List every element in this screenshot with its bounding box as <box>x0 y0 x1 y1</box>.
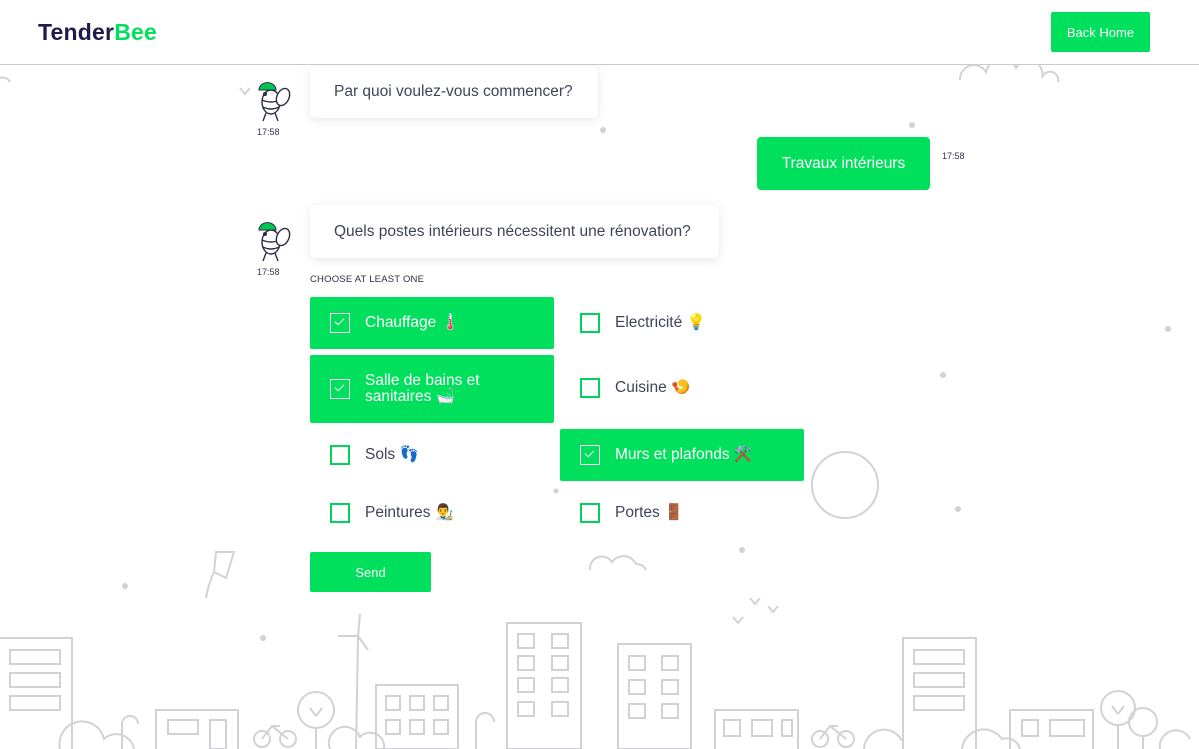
logo-text-tender: Tender <box>38 19 115 45</box>
shrimp-icon: 🍤 <box>671 379 691 396</box>
bot-message-text: Par quoi voulez-vous commencer? <box>334 83 573 100</box>
option-sols[interactable]: Sols 👣 <box>310 429 554 481</box>
logo-text-bee: Bee <box>114 19 157 45</box>
bot-message-bubble: Par quoi voulez-vous commencer? <box>310 66 598 118</box>
bot-message-bubble: Quels postes intérieurs nécessitent une … <box>310 205 719 258</box>
option-label: Chauffage 🌡️ <box>365 314 460 331</box>
message-time: 17:58 <box>257 127 280 137</box>
artist-icon: 👨‍🎨 <box>434 504 455 521</box>
checkbox[interactable] <box>580 313 600 333</box>
user-message-text: Travaux intérieurs <box>781 154 906 172</box>
door-icon: 🚪 <box>664 504 684 521</box>
checkbox-checked[interactable] <box>330 379 350 399</box>
light-bulb-icon: 💡 <box>686 314 706 331</box>
checkbox[interactable] <box>330 503 350 523</box>
bot-message-text: Quels postes intérieurs nécessitent une … <box>334 222 691 240</box>
bee-avatar-icon <box>258 82 291 122</box>
thermometer-icon: 🌡️ <box>440 314 460 331</box>
option-chauffage[interactable]: Chauffage 🌡️ <box>310 297 554 349</box>
option-portes[interactable]: Portes 🚪 <box>560 487 804 539</box>
option-label: Salle de bains et sanitaires 🛁 <box>365 372 480 405</box>
send-button[interactable]: Send <box>310 552 431 592</box>
message-time: 17:58 <box>942 151 965 161</box>
option-label: Electricité 💡 <box>615 314 706 331</box>
checkbox-checked[interactable] <box>330 313 350 333</box>
bathtub-icon: 🛁 <box>435 388 455 405</box>
checkbox[interactable] <box>580 378 600 398</box>
top-header: TenderBee Back Home <box>0 0 1199 65</box>
option-salle-de-bains[interactable]: Salle de bains et sanitaires 🛁 <box>310 355 554 423</box>
option-murs-et-plafonds[interactable]: Murs et plafonds ⚒️ <box>560 429 804 481</box>
bee-avatar-icon <box>258 222 291 262</box>
footprints-icon: 👣 <box>399 446 419 463</box>
option-label: Murs et plafonds ⚒️ <box>615 446 754 463</box>
option-peintures[interactable]: Peintures 👨‍🎨 <box>310 487 554 539</box>
message-time: 17:58 <box>257 267 280 277</box>
checkbox-checked[interactable] <box>580 445 600 465</box>
checkbox[interactable] <box>580 503 600 523</box>
option-electricite[interactable]: Electricité 💡 <box>560 297 804 349</box>
option-label: Sols 👣 <box>365 446 419 463</box>
tenderbee-logo[interactable]: TenderBee <box>38 19 157 46</box>
option-label: Portes 🚪 <box>615 504 684 521</box>
option-label: Cuisine 🍤 <box>615 379 691 396</box>
checkbox[interactable] <box>330 445 350 465</box>
choose-hint: CHOOSE AT LEAST ONE <box>310 274 425 285</box>
user-message-bubble: Travaux intérieurs <box>757 137 930 190</box>
option-cuisine[interactable]: Cuisine 🍤 <box>560 362 804 414</box>
hammer-and-pick-icon: ⚒️ <box>733 446 754 463</box>
option-label: Peintures 👨‍🎨 <box>365 504 455 521</box>
back-home-button[interactable]: Back Home <box>1051 12 1150 52</box>
